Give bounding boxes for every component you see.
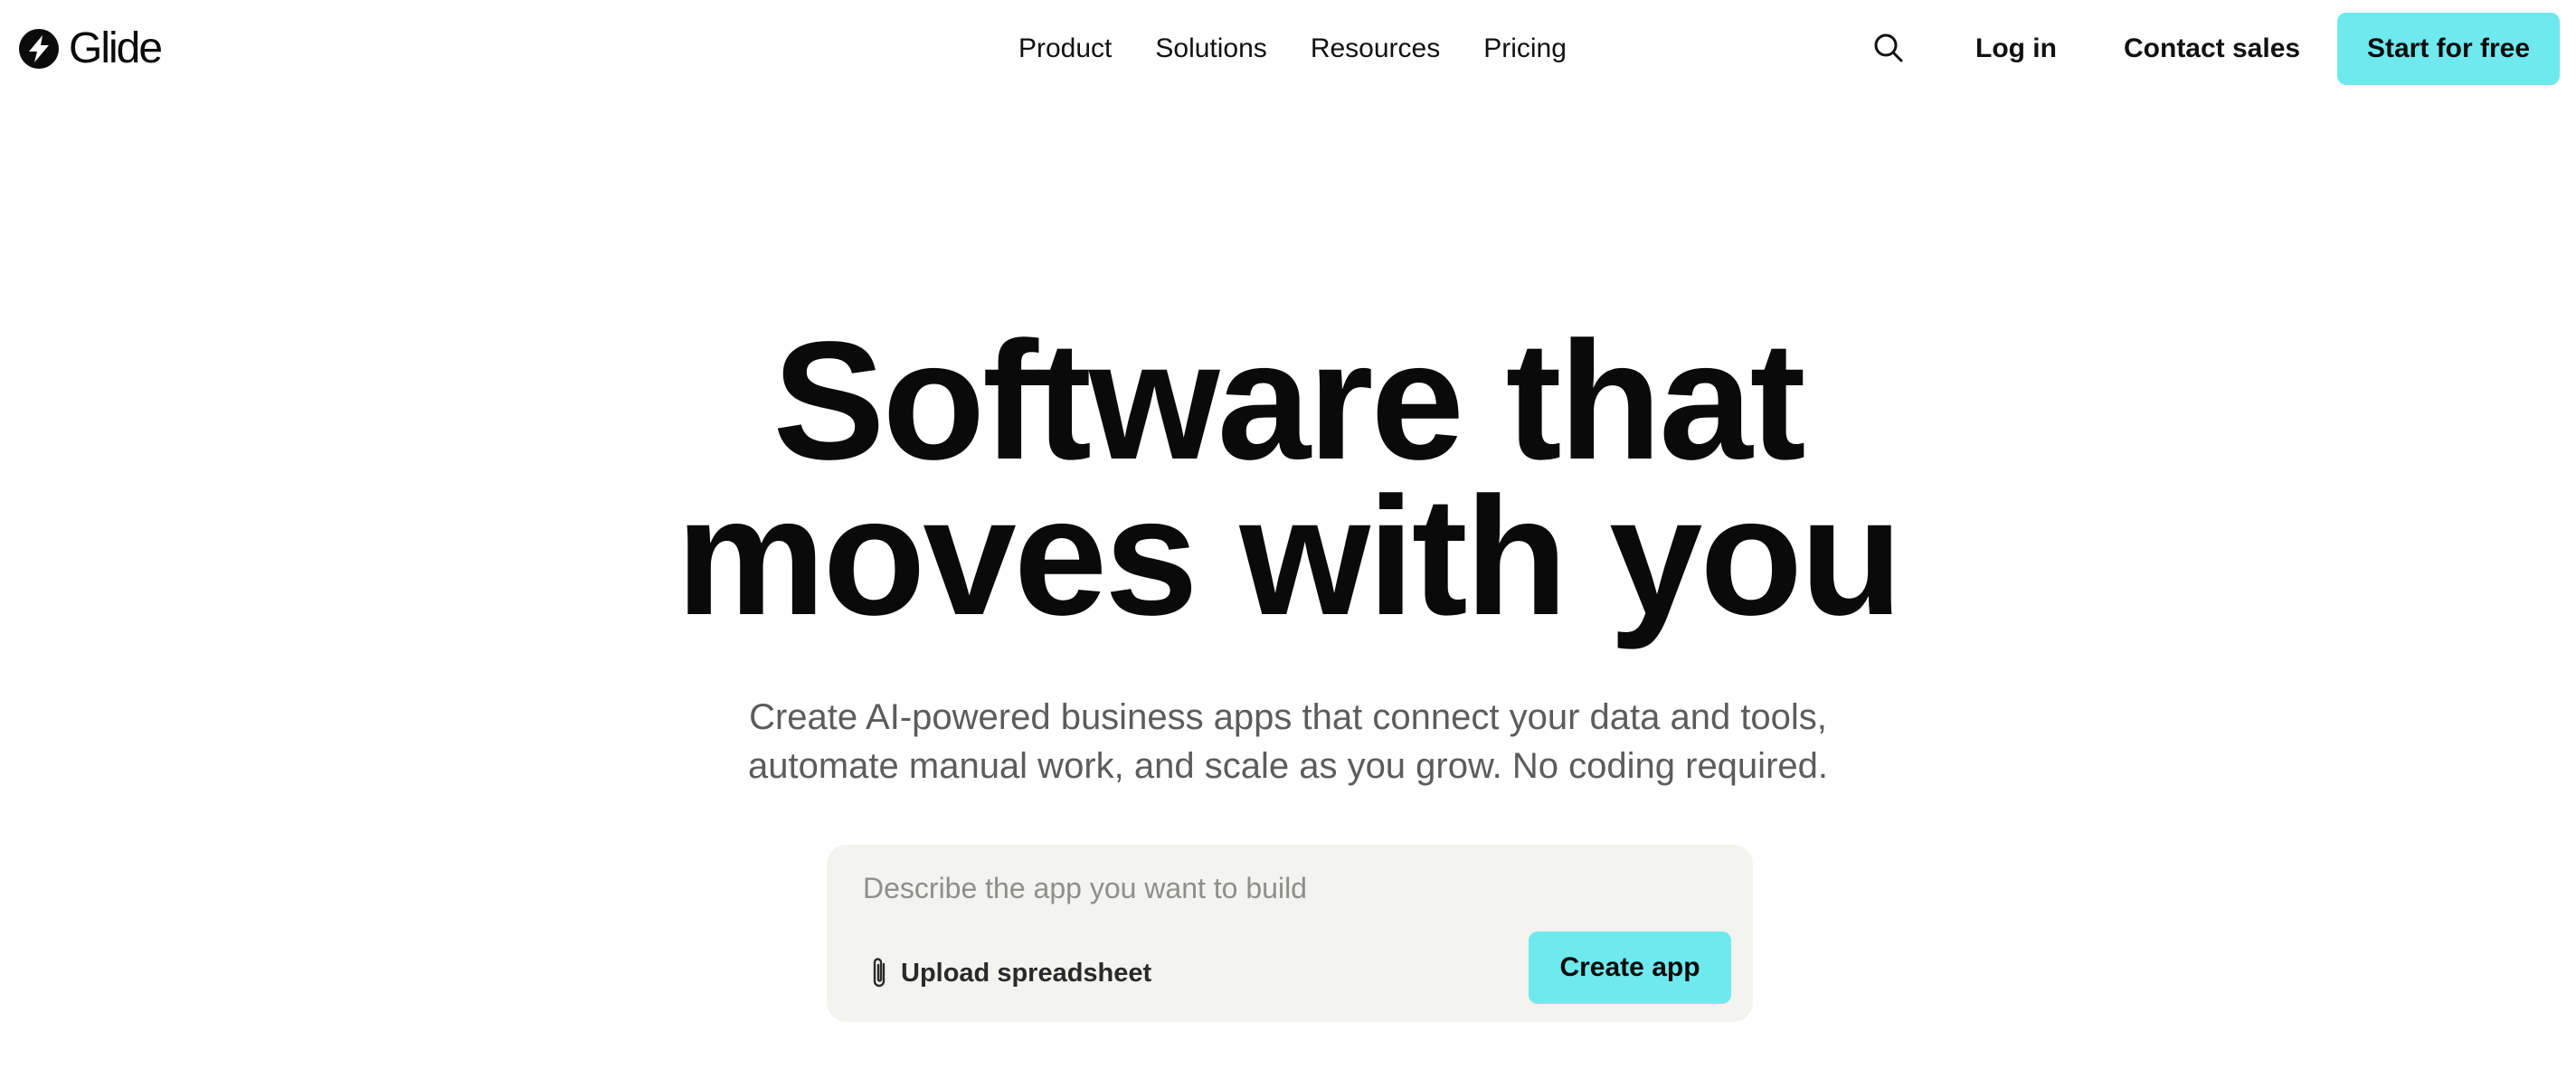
start-for-free-button[interactable]: Start for free (2337, 13, 2560, 85)
bolt-circle-icon (19, 29, 59, 69)
login-link[interactable]: Log in (1975, 25, 2057, 72)
hero-subtitle-line-2: automate manual work, and scale as you g… (747, 746, 1828, 786)
paperclip-icon (873, 958, 886, 988)
nav-item-solutions[interactable]: Solutions (1155, 33, 1266, 64)
upload-spreadsheet-button[interactable]: Upload spreadsheet (867, 951, 1151, 995)
hero-title: Software that moves with you (0, 307, 2576, 650)
main-nav: Product Solutions Resources Pricing (1018, 25, 1567, 72)
hero-subtitle-line-1: Create AI-powered business apps that con… (749, 697, 1827, 737)
hero-title-line-2: moves with you (676, 463, 1902, 650)
search-button[interactable] (1870, 30, 1907, 66)
upload-spreadsheet-label: Upload spreadsheet (901, 958, 1152, 988)
app-prompt-box: Upload spreadsheet Create app (827, 845, 1753, 1022)
search-icon (1874, 33, 1903, 62)
hero-title-line-1: Software that (772, 307, 1805, 495)
nav-item-pricing[interactable]: Pricing (1483, 33, 1567, 64)
nav-item-resources[interactable]: Resources (1311, 33, 1440, 64)
site-header: Glide Product Solutions Resources Pricin… (0, 0, 2576, 98)
hero-subtitle: Create AI-powered business apps that con… (0, 693, 2576, 790)
contact-sales-link[interactable]: Contact sales (2124, 25, 2300, 72)
app-description-input[interactable] (863, 861, 1713, 915)
brand-name: Glide (69, 24, 163, 72)
nav-item-product[interactable]: Product (1018, 33, 1112, 64)
glide-logo[interactable]: Glide (18, 24, 163, 72)
create-app-button[interactable]: Create app (1529, 932, 1731, 1004)
